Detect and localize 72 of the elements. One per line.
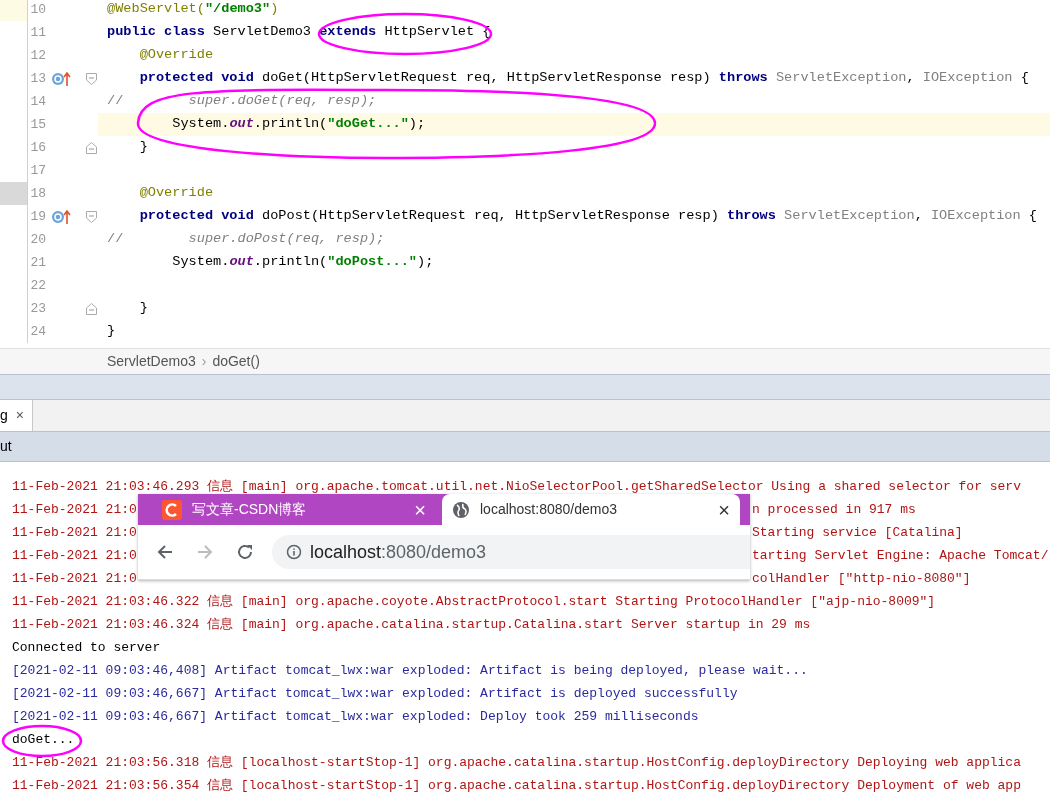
fold-icon[interactable] — [86, 302, 97, 315]
code-line: System.out.println("doPost..."); — [171, 253, 434, 272]
console-line: [2021-02-11 09:03:46,408] Artifact tomcat_lwx:war exploded: Artifact is being deployed, please wait... — [12, 661, 808, 680]
address-bar[interactable]: localhost:8080/demo3 — [272, 535, 750, 569]
code-line: } — [138, 299, 148, 318]
fold-icon[interactable] — [86, 141, 97, 154]
tab-title: 写文章-CSDN博客 — [192, 500, 308, 519]
code-line: protected void doPost(HttpServletRequest req, HttpServletResponse resp) throws ServletException, IOException { — [138, 207, 1037, 226]
console-line: 11-Feb-2021 21:0 — [12, 547, 137, 563]
line-number: 10 — [29, 0, 46, 19]
line-number: 23 — [29, 299, 46, 318]
line-number: 11 — [29, 23, 46, 42]
console-line: 11-Feb-2021 21:03:46.322 信息 [main] org.apache.coyote.AbstractProtocol.start Starting ProtocolHandler ["ajp-nio-8009"] — [12, 592, 936, 611]
console-line: n processed in 917 ms — [752, 500, 916, 519]
tab-label: g — [0, 406, 8, 425]
info-icon[interactable] — [286, 544, 302, 560]
run-tab[interactable]: g × — [0, 400, 33, 431]
code-line: } — [107, 322, 116, 341]
console-line: 11-Feb-2021 21:03:56.354 信息 [localhost-startStop-1] org.apache.catalina.startup.HostConfig.deployDirectory Deployment of web app — [12, 776, 1021, 795]
back-arrow-icon[interactable] — [156, 543, 174, 561]
url-text: localhost:8080/demo3 — [310, 540, 487, 564]
line-number: 21 — [29, 253, 46, 272]
breadcrumb-separator: › — [201, 352, 207, 371]
line-number: 15 — [29, 115, 46, 134]
line-number: 20 — [29, 230, 46, 249]
console-line: 11-Feb-2021 21:03:56.318 信息 [localhost-startStop-1] org.apache.catalina.startup.HostConfig.deployDirectory Deploying web applica — [12, 753, 1021, 772]
line-number: 24 — [29, 322, 46, 341]
line-number: 14 — [29, 92, 46, 111]
close-button[interactable]: × — [414, 499, 426, 520]
row-highlight — [0, 0, 27, 21]
close-button[interactable]: × — [718, 499, 730, 520]
fold-icon[interactable] — [86, 72, 97, 85]
override-marker-icon — [51, 208, 71, 225]
console-line: 11-Feb-2021 21:0 — [12, 524, 137, 540]
code-line: @WebServlet("/demo3") — [107, 0, 279, 19]
console-line: Connected to server — [12, 638, 161, 657]
line-number: 16 — [29, 138, 46, 157]
console-line: 11-Feb-2021 21:0 — [12, 501, 137, 517]
close-button[interactable]: × — [15, 405, 24, 426]
line-number: 17 — [29, 161, 46, 180]
override-marker-icon — [51, 70, 71, 87]
code-line: @Override — [138, 46, 214, 65]
breadcrumb-item[interactable]: doGet() — [212, 351, 260, 372]
code-line: @Override — [138, 184, 214, 203]
line-number: 22 — [29, 276, 46, 295]
line-number: 12 — [29, 46, 46, 65]
line-number: 13 — [29, 69, 46, 88]
reload-icon[interactable] — [236, 543, 254, 561]
console-line: [2021-02-11 09:03:46,667] Artifact tomcat_lwx:war exploded: Deploy took 259 milliseconds — [12, 707, 699, 726]
browser-tab[interactable]: localhost:8080/demo3 × — [442, 494, 740, 525]
fold-icon[interactable] — [86, 210, 97, 223]
code-line: // super.doGet(req, resp); — [107, 92, 377, 111]
console-line: [2021-02-11 09:03:46,667] Artifact tomcat_lwx:war exploded: Artifact is deployed successfully — [12, 684, 738, 703]
line-number: 18 — [29, 184, 46, 203]
console-line: tarting Servlet Engine: Apache Tomcat/ — [752, 546, 1049, 565]
code-line: // super.doPost(req, resp); — [107, 230, 385, 249]
logo-icon — [162, 499, 182, 520]
forward-arrow-icon[interactable] — [196, 543, 214, 561]
console-line: 11-Feb-2021 21:03:46.293 信息 [main] org.apache.tomcat.util.net.NioSelectorPool.getSharedSelector Using a shared selector for serv — [12, 477, 1021, 496]
console-line: 11-Feb-2021 21:03:46.324 信息 [main] org.apache.catalina.startup.Catalina.start Server startup in 29 ms — [12, 615, 811, 634]
console-line: 11-Feb-2021 21:0 — [12, 570, 137, 586]
tab-title: localhost:8080/demo3 — [480, 500, 618, 519]
breadcrumb-item[interactable]: ServletDemo3 — [107, 351, 196, 372]
line-number: 19 — [29, 207, 46, 226]
console-line: Starting service [Catalina] — [752, 523, 963, 542]
panel-title: ut — [0, 437, 12, 456]
globe-icon — [452, 500, 470, 519]
code-line: } — [138, 138, 148, 157]
console-line: doGet... — [12, 730, 75, 749]
code-line: protected void doGet(HttpServletRequest req, HttpServletResponse resp) throws ServletException, IOException { — [138, 69, 1029, 88]
console-line: colHandler ["http-nio-8080"] — [752, 569, 971, 588]
code-line: System.out.println("doGet..."); — [171, 115, 426, 134]
